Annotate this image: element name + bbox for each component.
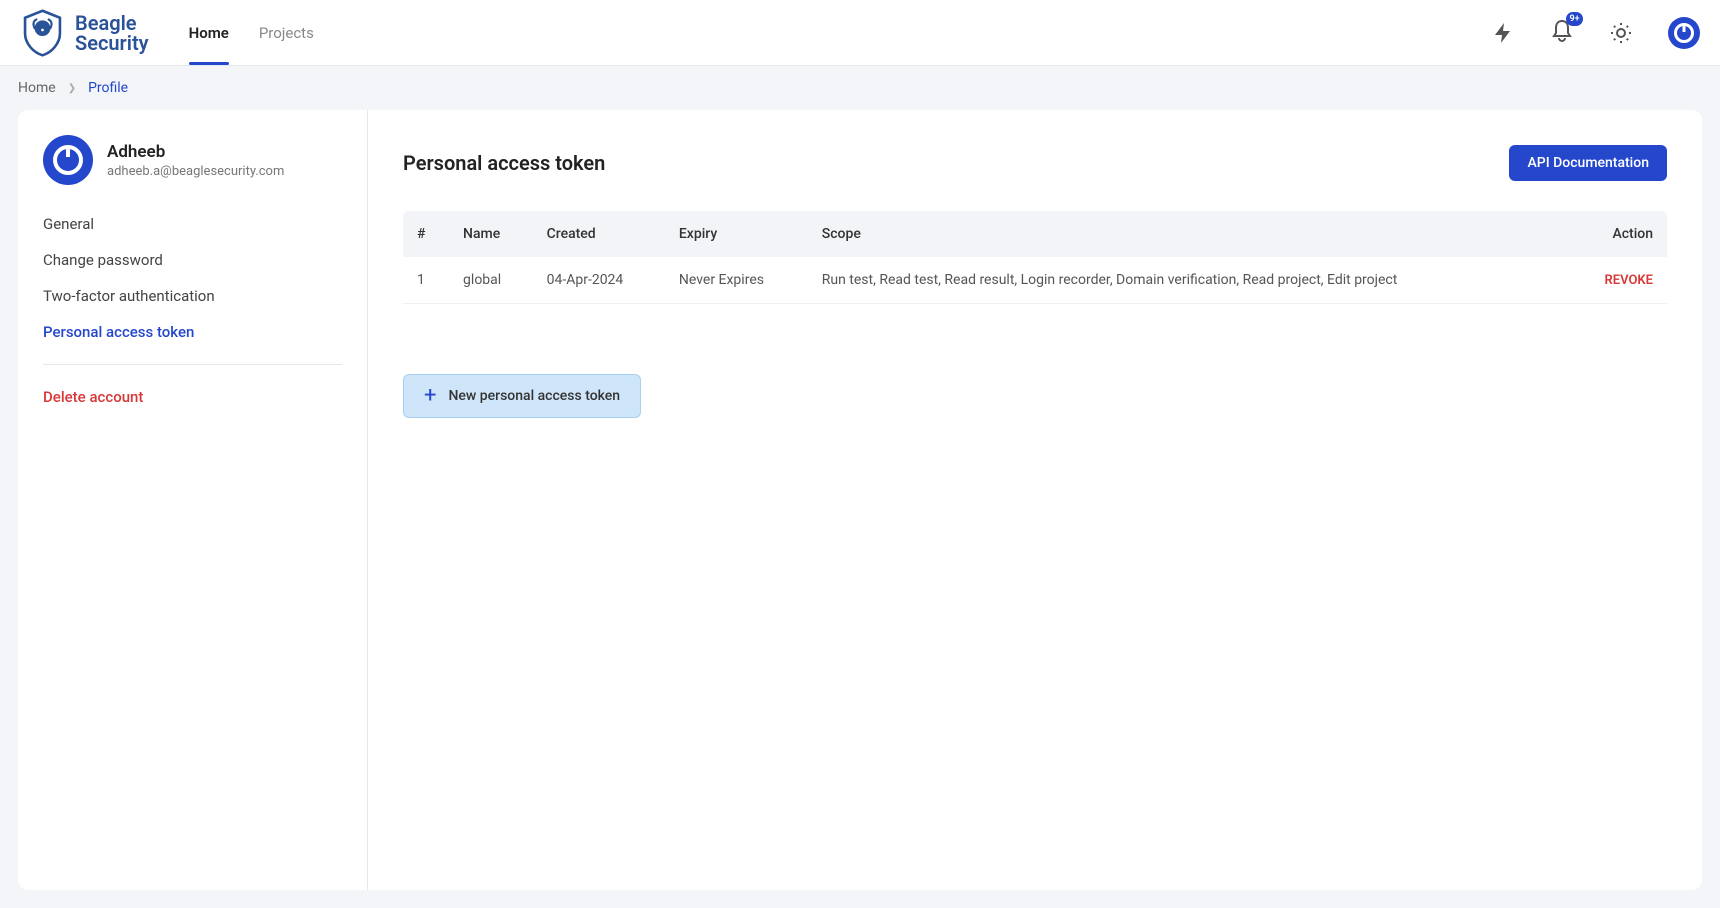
avatar-glyph-icon <box>1674 23 1694 43</box>
breadcrumb-profile[interactable]: Profile <box>88 80 128 96</box>
sidebar-item-personal-access-token[interactable]: Personal access token <box>43 323 342 341</box>
th-name: Name <box>449 211 533 257</box>
lightning-icon[interactable] <box>1491 21 1515 45</box>
th-action: Action <box>1570 211 1667 257</box>
plus-icon: + <box>424 385 436 407</box>
brand-name: Beagle Security <box>75 13 149 53</box>
th-created: Created <box>533 211 665 257</box>
main-card: Adheeb adheeb.a@beaglesecurity.com Gener… <box>18 110 1702 890</box>
user-info: Adheeb adheeb.a@beaglesecurity.com <box>43 135 342 185</box>
profile-sidebar: Adheeb adheeb.a@beaglesecurity.com Gener… <box>18 110 368 890</box>
new-token-label: New personal access token <box>448 388 620 404</box>
cell-created: 04-Apr-2024 <box>533 257 665 304</box>
new-token-button[interactable]: + New personal access token <box>403 374 641 418</box>
page-header: Personal access token API Documentation <box>403 145 1667 181</box>
sidebar-item-two-factor[interactable]: Two-factor authentication <box>43 287 342 305</box>
sidebar-divider <box>43 364 342 365</box>
th-num: # <box>403 211 449 257</box>
token-table: # Name Created Expiry Scope Action 1 glo… <box>403 211 1667 304</box>
user-avatar-large <box>43 135 93 185</box>
cell-num: 1 <box>403 257 449 304</box>
table-row: 1 global 04-Apr-2024 Never Expires Run t… <box>403 257 1667 304</box>
api-documentation-button[interactable]: API Documentation <box>1509 145 1667 181</box>
main-panel: Personal access token API Documentation … <box>368 110 1702 890</box>
logo-area[interactable]: Beagle Security <box>20 9 149 57</box>
sidebar-item-change-password[interactable]: Change password <box>43 251 342 269</box>
sidebar-item-delete-account[interactable]: Delete account <box>43 388 342 406</box>
notifications-button[interactable]: 9+ <box>1550 19 1574 47</box>
avatar-glyph-icon <box>53 145 83 175</box>
cell-action: REVOKE <box>1570 257 1667 304</box>
cell-scope: Run test, Read test, Read result, Login … <box>808 257 1571 304</box>
nav-tab-home[interactable]: Home <box>189 0 229 65</box>
cell-name: global <box>449 257 533 304</box>
table-header-row: # Name Created Expiry Scope Action <box>403 211 1667 257</box>
header-actions: 9+ <box>1491 17 1700 49</box>
th-expiry: Expiry <box>665 211 808 257</box>
user-name: Adheeb <box>107 142 284 162</box>
chevron-right-icon: ❯ <box>68 83 76 94</box>
notification-badge: 9+ <box>1566 12 1583 26</box>
user-email: adheeb.a@beaglesecurity.com <box>107 164 284 179</box>
nav-tabs: Home Projects <box>189 0 314 65</box>
content-wrapper: Adheeb adheeb.a@beaglesecurity.com Gener… <box>0 110 1720 908</box>
user-avatar-small[interactable] <box>1668 17 1700 49</box>
breadcrumb: Home ❯ Profile <box>0 66 1720 110</box>
th-scope: Scope <box>808 211 1571 257</box>
page-title: Personal access token <box>403 151 605 175</box>
sidebar-item-general[interactable]: General <box>43 215 342 233</box>
breadcrumb-home[interactable]: Home <box>18 80 56 96</box>
nav-tab-projects[interactable]: Projects <box>259 0 314 65</box>
beagle-shield-icon <box>20 9 65 57</box>
sidebar-menu: General Change password Two-factor authe… <box>43 215 342 406</box>
app-header: Beagle Security Home Projects 9+ <box>0 0 1720 66</box>
revoke-button[interactable]: REVOKE <box>1605 273 1653 288</box>
gear-icon[interactable] <box>1609 21 1633 45</box>
cell-expiry: Never Expires <box>665 257 808 304</box>
